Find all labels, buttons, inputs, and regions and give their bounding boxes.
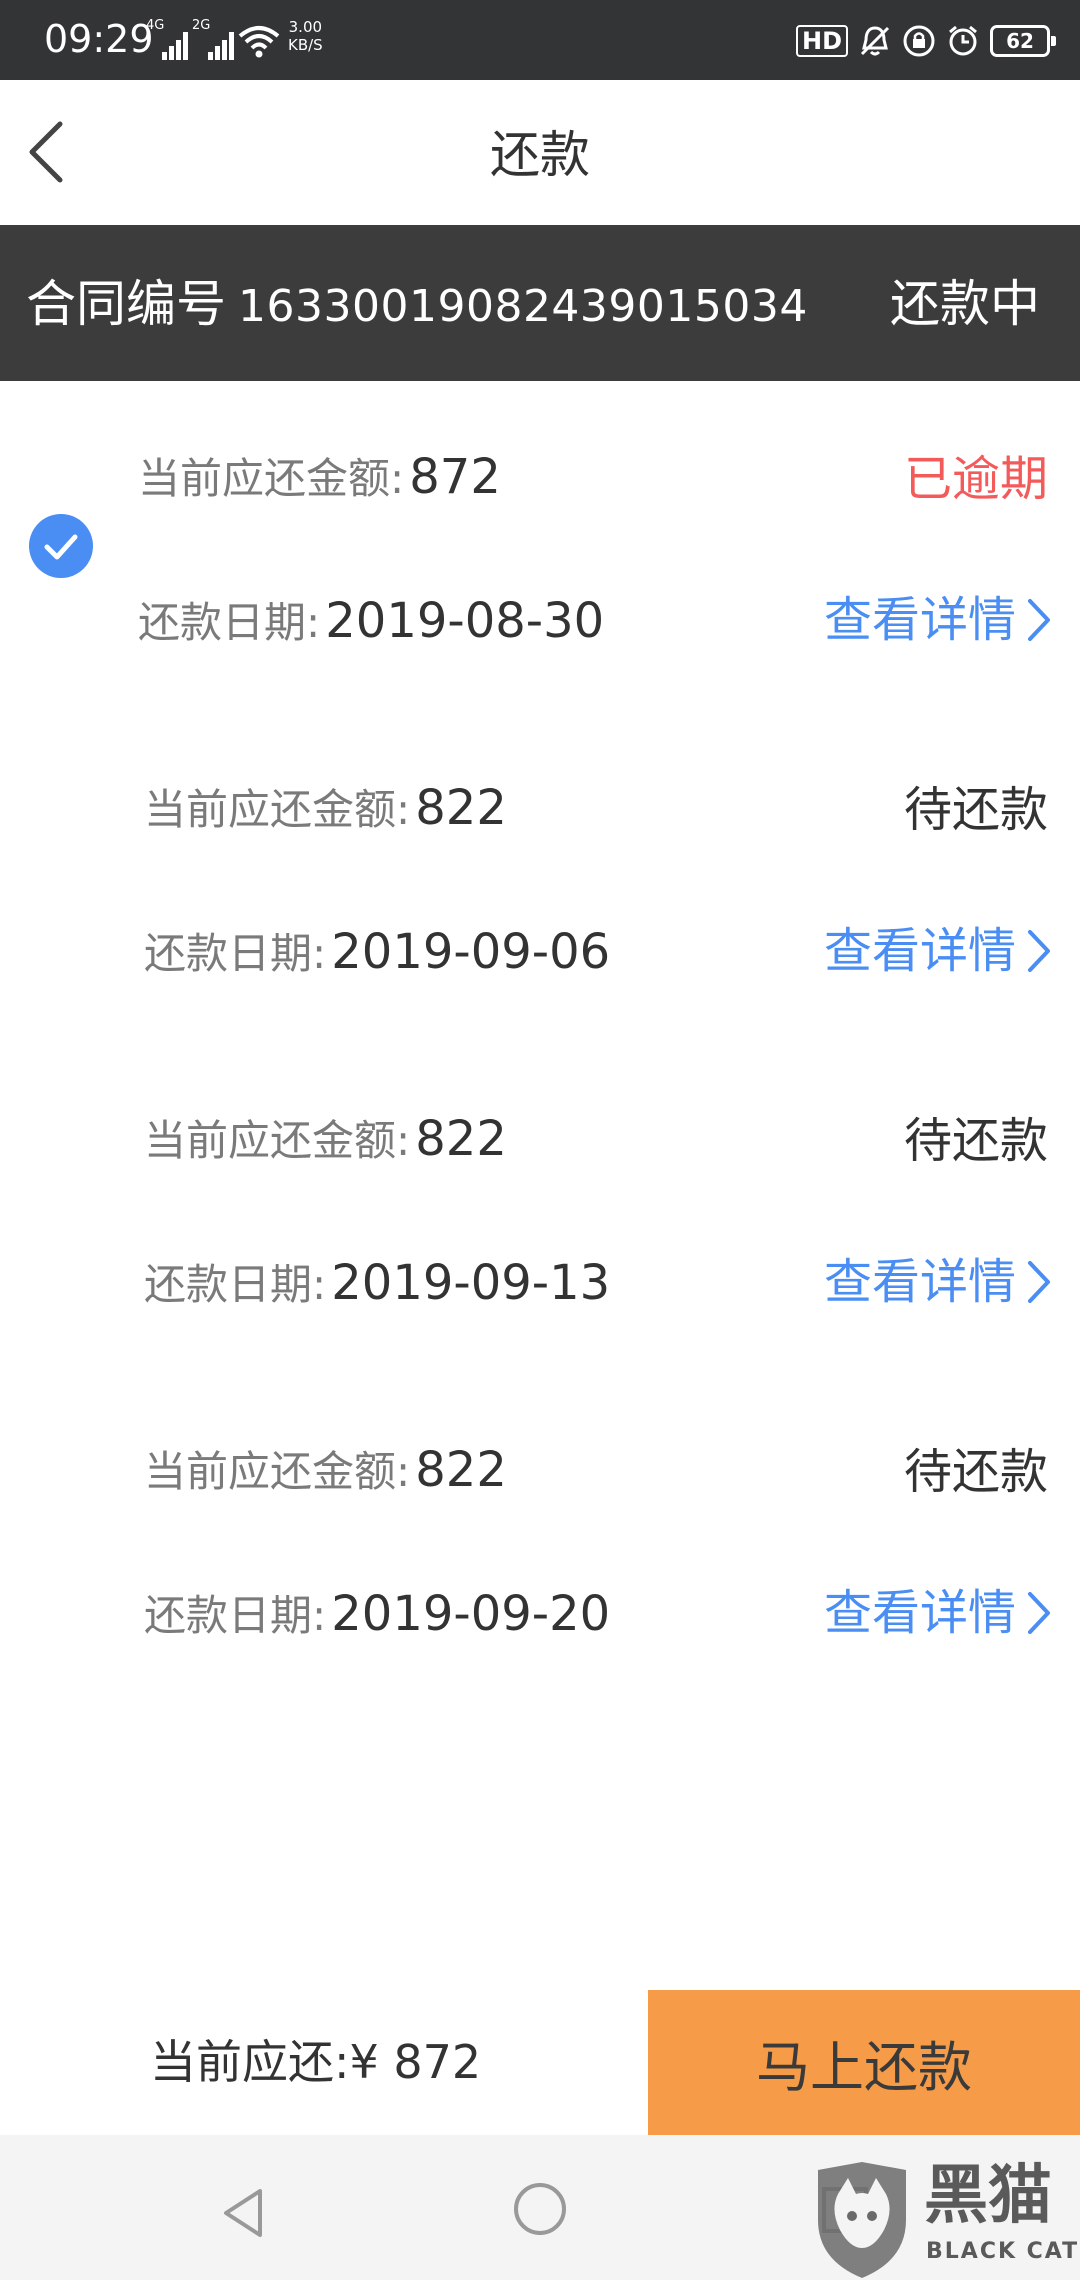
status-badge: 待还款 [903, 782, 1048, 838]
hd-icon: HD [795, 25, 848, 57]
contract-label: 合同编号 [26, 275, 226, 333]
amount-value: 822 [415, 1442, 507, 1498]
chevron-right-icon [1028, 1592, 1050, 1634]
amount-label: 当前应还金额: [144, 1116, 411, 1165]
date-label: 还款日期: [144, 1591, 327, 1640]
status-time: 09:29 [44, 17, 154, 61]
repayment-item[interactable]: 当前应还金额: 872 已逾期 还款日期: 2019-08-30 查看详情 [0, 381, 1080, 681]
nav-home-icon[interactable] [512, 2181, 568, 2237]
payment-footer: 当前应还:¥ 872 马上还款 [0, 1990, 1080, 2135]
chevron-right-icon [1028, 930, 1050, 972]
amount-row: 当前应还金额: 872 [138, 445, 501, 506]
amount-value: 872 [409, 449, 501, 505]
amount-label: 当前应还金额: [138, 454, 405, 503]
repayment-item[interactable]: 当前应还金额: 822 待还款 还款日期: 2019-09-20 查看详情 [0, 1374, 1080, 1674]
amount-label: 当前应还金额: [144, 1447, 411, 1496]
repayment-item[interactable]: 当前应还金额: 822 待还款 还款日期: 2019-09-13 查看详情 [0, 1043, 1080, 1343]
amount-value: 822 [415, 1111, 507, 1167]
date-label: 还款日期: [144, 929, 327, 978]
amount-row: 当前应还金额: 822 [144, 776, 507, 837]
amount-value: 822 [415, 780, 507, 836]
alarm-icon [949, 25, 977, 56]
repayment-item[interactable]: 当前应还金额: 822 待还款 还款日期: 2019-09-06 查看详情 [0, 712, 1080, 1012]
lock-rotation-icon [903, 25, 935, 57]
page-header: 还款 [0, 80, 1080, 225]
amount-row: 当前应还金额: 822 [144, 1107, 507, 1168]
contract-banner: 合同编号 16330019082439015034 还款中 [0, 225, 1080, 381]
total-label: 当前应还: [150, 2035, 350, 2089]
checkbox-checked-icon[interactable] [28, 513, 94, 579]
date-label: 还款日期: [138, 598, 321, 647]
contract-number: 16330019082439015034 [238, 281, 808, 332]
chevron-right-icon [1028, 599, 1050, 641]
date-value: 2019-08-30 [325, 593, 605, 649]
page-title: 还款 [490, 126, 590, 184]
pay-now-button[interactable]: 马上还款 [648, 1990, 1080, 2135]
view-details-link[interactable]: 查看详情 [824, 921, 1052, 981]
status-bar: 09:29 4G 2G 3.00 KB/S HD 62 [0, 0, 1080, 80]
total-due: 当前应还:¥ 872 [150, 2032, 481, 2092]
date-row: 还款日期: 2019-09-13 [144, 1251, 610, 1312]
watermark-text: 黑猫 [924, 2159, 1052, 2233]
date-label: 还款日期: [144, 1260, 327, 1309]
total-value: ¥ 872 [349, 2035, 482, 2089]
amount-row: 当前应还金额: 822 [144, 1438, 507, 1499]
chevron-right-icon [1028, 1261, 1050, 1303]
date-value: 2019-09-13 [331, 1255, 611, 1311]
battery-icon: 62 [990, 25, 1056, 57]
network-speed: 3.00 KB/S [288, 18, 323, 54]
contract-status: 还款中 [890, 275, 1040, 333]
status-badge: 待还款 [903, 1113, 1048, 1169]
bell-muted-icon [860, 26, 890, 56]
watermark-subtext: BLACK CAT [926, 2239, 1080, 2264]
view-details-link[interactable]: 查看详情 [824, 1252, 1052, 1312]
status-badge: 已逾期 [903, 451, 1048, 507]
date-value: 2019-09-20 [331, 1586, 611, 1642]
black-cat-watermark: 黑猫 BLACK CAT [806, 2160, 1080, 2280]
date-value: 2019-09-06 [331, 924, 611, 980]
wifi-icon [238, 26, 280, 58]
date-row: 还款日期: 2019-09-06 [144, 920, 610, 981]
date-row: 还款日期: 2019-08-30 [138, 589, 604, 650]
amount-label: 当前应还金额: [144, 785, 411, 834]
cat-shield-logo-icon [818, 2162, 906, 2278]
date-row: 还款日期: 2019-09-20 [144, 1582, 610, 1643]
status-badge: 待还款 [903, 1444, 1048, 1500]
view-details-link[interactable]: 查看详情 [824, 1583, 1052, 1643]
view-details-link[interactable]: 查看详情 [824, 590, 1052, 650]
nav-back-icon[interactable] [218, 2185, 268, 2241]
